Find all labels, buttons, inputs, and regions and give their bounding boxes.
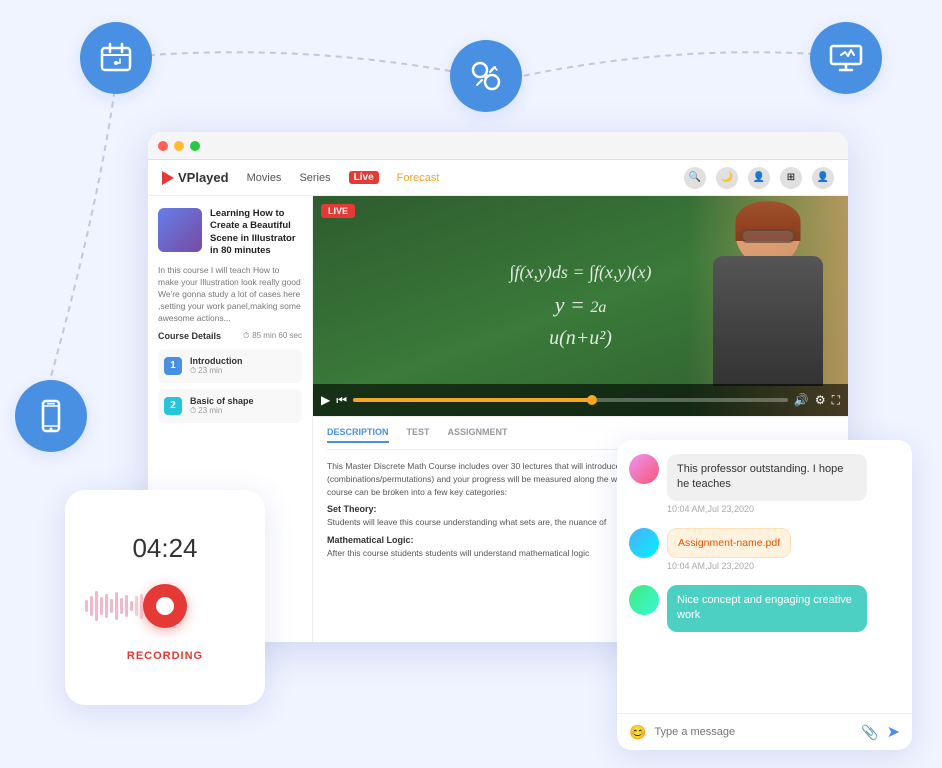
- dark-mode-icon[interactable]: 🌙: [716, 167, 738, 189]
- tab-description[interactable]: DESCRIPTION: [327, 427, 389, 443]
- navbar: VPlayed Movies Series Live Forecast 🔍 🌙 …: [148, 160, 848, 196]
- nav-live[interactable]: Live: [349, 171, 379, 184]
- chat-bubble-3: Nice concept and engaging creative work: [667, 585, 867, 632]
- lesson-duration-1: ⏱ 23 min: [190, 366, 243, 376]
- progress-fill: [353, 398, 592, 402]
- course-thumbnail: Learning How to Create a Beautiful Scene…: [158, 208, 302, 257]
- calendar-icon: [80, 22, 152, 94]
- user-icon[interactable]: 👤: [748, 167, 770, 189]
- avatar-1: [629, 454, 659, 484]
- chat-input[interactable]: [654, 726, 853, 738]
- logo: VPlayed: [162, 170, 229, 185]
- chalkboard: ∫f(x,y)ds = ∫f(x,y)(x) y = 2a u(n+u²): [313, 196, 848, 416]
- recording-label: RECORDING: [127, 650, 203, 662]
- volume-button[interactable]: 🔊: [794, 393, 809, 407]
- lesson-number-1: 1: [164, 357, 182, 375]
- progress-dot: [587, 395, 597, 405]
- chat-input-area[interactable]: 😊 📎 ➤: [617, 713, 912, 750]
- video-background: ∫f(x,y)ds = ∫f(x,y)(x) y = 2a u(n+u²): [313, 196, 848, 416]
- chat-panel: This professor outstanding. I hope he te…: [617, 440, 912, 750]
- course-time: ⏱ 85 min 60 sec: [243, 331, 302, 341]
- recording-time: 04:24: [132, 533, 197, 564]
- maximize-dot[interactable]: [190, 141, 200, 151]
- grid-icon[interactable]: ⊞: [780, 167, 802, 189]
- message-text-1: This professor outstanding. I hope he te…: [677, 462, 857, 493]
- minimize-dot[interactable]: [174, 141, 184, 151]
- profile-icon[interactable]: 👤: [812, 167, 834, 189]
- time-icon: ⏱: [190, 366, 196, 376]
- lesson-item[interactable]: 1 Introduction ⏱ 23 min: [158, 349, 302, 383]
- course-details-label: Course Details: [158, 331, 221, 341]
- clock-icon: ⏱: [243, 331, 249, 341]
- message-time-2: 10:04 AM,Jul 23,2020: [667, 561, 791, 571]
- play-button[interactable]: ▶: [321, 393, 330, 407]
- video-controls[interactable]: ▶ ⏮ 🔊 ⚙ ⛶: [313, 384, 848, 416]
- course-description: In this course I will teach How to make …: [158, 265, 302, 324]
- nav-icons: 🔍 🌙 👤 ⊞ 👤: [684, 167, 834, 189]
- teacher-overlay: [688, 196, 848, 416]
- nav-movies[interactable]: Movies: [247, 172, 282, 184]
- message-text-3: Nice concept and engaging creative work: [677, 593, 857, 624]
- emoji-button[interactable]: 😊: [629, 724, 646, 741]
- progress-bar[interactable]: [353, 398, 788, 402]
- chat-message-3: Nice concept and engaging creative work: [629, 585, 900, 632]
- message-time-1: 10:04 AM,Jul 23,2020: [667, 504, 867, 514]
- recording-widget: 04:24 RECORDING: [65, 490, 265, 705]
- video-player: ∫f(x,y)ds = ∫f(x,y)(x) y = 2a u(n+u²): [313, 196, 848, 416]
- nav-trending[interactable]: Forecast: [397, 172, 440, 184]
- logo-icon: [162, 171, 174, 185]
- avatar-2: [629, 528, 659, 558]
- lesson-info-1: Introduction ⏱ 23 min: [190, 356, 243, 376]
- course-title: Learning How to Create a Beautiful Scene…: [210, 208, 302, 257]
- tab-assignment[interactable]: ASSIGNMENT: [448, 427, 508, 443]
- live-badge: LIVE: [321, 204, 355, 218]
- chat-message-2: Assignment-name.pdf 10:04 AM,Jul 23,2020: [629, 528, 900, 571]
- close-dot[interactable]: [158, 141, 168, 151]
- lesson-duration-2: ⏱ 23 min: [190, 406, 254, 416]
- chat-bubble-1: This professor outstanding. I hope he te…: [667, 454, 867, 501]
- settings-button[interactable]: ⚙: [815, 393, 826, 407]
- phone-icon: [15, 380, 87, 452]
- lesson-item-2[interactable]: 2 Basic of shape ⏱ 23 min: [158, 389, 302, 423]
- course-image: [158, 208, 202, 252]
- avatar-3: [629, 585, 659, 615]
- chat-bubble-2: Assignment-name.pdf: [667, 528, 791, 558]
- search-icon[interactable]: 🔍: [684, 167, 706, 189]
- monitor-icon: [810, 22, 882, 94]
- lesson-info-2: Basic of shape ⏱ 23 min: [190, 396, 254, 416]
- record-button[interactable]: [143, 584, 187, 628]
- time-icon-2: ⏱: [190, 406, 196, 416]
- send-button[interactable]: ➤: [887, 722, 900, 742]
- record-dot: [156, 597, 174, 615]
- nav-series[interactable]: Series: [299, 172, 330, 184]
- file-name: Assignment-name.pdf: [678, 537, 780, 549]
- lesson-number-2: 2: [164, 397, 182, 415]
- chat-messages: This professor outstanding. I hope he te…: [617, 440, 912, 713]
- tab-test[interactable]: TEST: [407, 427, 430, 443]
- transfer-icon: [450, 40, 522, 112]
- browser-chrome: [148, 132, 848, 160]
- chat-message-1: This professor outstanding. I hope he te…: [629, 454, 900, 514]
- waveform-container: [85, 576, 245, 636]
- course-details-row: Course Details ⏱ 85 min 60 sec: [158, 331, 302, 341]
- fullscreen-button[interactable]: ⛶: [832, 393, 840, 408]
- skip-back-button[interactable]: ⏮: [336, 393, 347, 408]
- attach-button[interactable]: 📎: [861, 724, 878, 741]
- logo-text: VPlayed: [178, 170, 229, 185]
